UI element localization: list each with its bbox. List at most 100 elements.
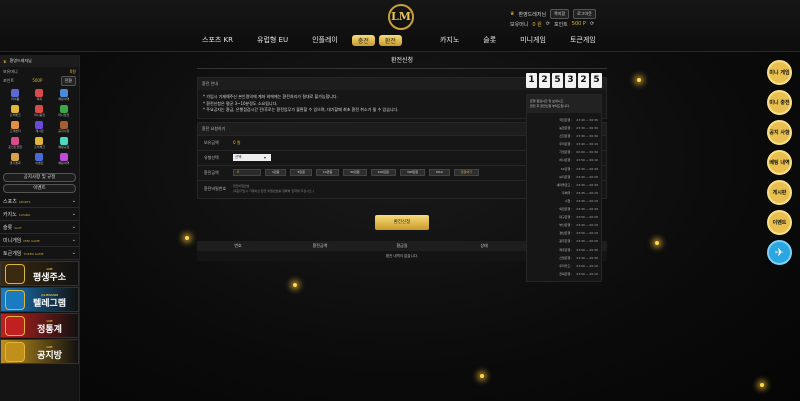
bank-time: 23:30 ~ 00:30 (576, 255, 598, 260)
nav-item[interactable]: 인플레이 (300, 35, 350, 45)
amount-input[interactable]: 0 (233, 169, 261, 176)
sidebar-banner[interactable]: LIM 정통계 (0, 313, 79, 338)
amount-chip-button[interactable]: 10만원 (315, 169, 340, 176)
nav-withdraw-button[interactable]: 환전 (378, 34, 402, 46)
convert-button[interactable]: 전환 (60, 75, 76, 86)
refresh-icon[interactable]: ⟳ (590, 21, 594, 27)
schedule-row: 우리은행 :23:40 ~ 00:10 (530, 140, 598, 148)
sidebar-menu-label: 쪽지 (36, 97, 43, 101)
menu-item-icon (35, 137, 44, 145)
sidebar-menu-item[interactable]: 게시판 (27, 121, 51, 135)
menu-item-icon (59, 153, 68, 161)
sidebar-category[interactable]: 토큰게임 TOKEN GAME ⌄ (0, 247, 79, 260)
telegram-button[interactable]: ✈ (767, 240, 792, 265)
category-sub: SPORTS (18, 199, 31, 204)
sidebar-menu-item[interactable]: 공지사항 (52, 121, 76, 135)
amount-chip-button[interactable]: 1만원 (265, 169, 287, 176)
sidebar-menu-item[interactable]: 경기결과 (3, 153, 27, 167)
sidebar-menu-item[interactable]: 머니환전 (52, 105, 76, 119)
sparkle (637, 78, 641, 82)
bank-time: 23:00 ~ 00:10 (576, 263, 598, 268)
amount-chip-button[interactable]: 5만원 (290, 169, 312, 176)
refresh-icon[interactable]: ⟳ (546, 21, 550, 27)
menu-item-icon (59, 89, 68, 97)
amount-chip-button[interactable]: 300만원 (399, 169, 426, 176)
floating-button[interactable]: 이벤트 (767, 210, 792, 235)
menu-item-icon (35, 153, 44, 161)
nav-item[interactable]: 미니게임 (508, 35, 558, 45)
bank-time: 23:30 ~ 00:10 (576, 198, 598, 203)
sidebar-menu-item[interactable]: 포인트전환 (3, 137, 27, 151)
sidebar-banner[interactable]: @LIM2200 텔레그램 (0, 287, 79, 312)
bank-time: 00:00 ~ 00:30 (576, 150, 598, 155)
amount-chip-button[interactable]: MAX (429, 169, 450, 176)
sidebar-menu-item[interactable]: 출석체크 (27, 137, 51, 151)
menu-item-icon (11, 105, 20, 113)
sidebar-menu-item[interactable]: 쪽지 (27, 89, 51, 103)
schedule-row: 전북은행 :23:50 ~ 00:10 (530, 270, 598, 278)
chevron-down-icon: ⌄ (71, 211, 76, 217)
sidebar-category[interactable]: 스포츠 SPORTS ⌄ (0, 195, 79, 208)
amount-chip-button[interactable]: 정정하기 (453, 169, 479, 176)
amount-chip-button[interactable]: 100만원 (370, 169, 396, 176)
notice-rules-button[interactable]: 공지사항 및 규정 (3, 173, 76, 182)
schedule-row: 하나은행 :23:50 ~ 00:10 (530, 156, 598, 164)
bank-time: 23:40 ~ 00:10 (576, 142, 598, 147)
floating-button[interactable]: 미니 게임 (767, 60, 792, 85)
chevron-down-icon: ▾ (264, 155, 267, 160)
bank-name: 광주은행 : (559, 239, 573, 244)
bank-name: 새마을금고 : (556, 182, 573, 187)
sidebar-menu-item[interactable]: 배팅내역 (52, 153, 76, 167)
nav-item[interactable]: 스포츠 KR (190, 35, 245, 45)
sidebar-menu-item[interactable]: 마이룸 (3, 89, 27, 103)
bank-time: 23:40 ~ 00:20 (576, 174, 598, 179)
sidebar-menu-item[interactable]: 배팅내역 (52, 89, 76, 103)
sidebar-menu-label: 경기결과 (9, 161, 21, 165)
nav-item[interactable]: 카지노 (428, 35, 471, 45)
floating-button[interactable]: 게시판 (767, 180, 792, 205)
banner-title: LIM 정통계 (25, 317, 74, 335)
sidebar-menu-item[interactable]: 머니충전 (27, 105, 51, 119)
category-label: 카지노 CASINO (3, 211, 31, 218)
sidebar-menu-item[interactable]: 이벤트 (27, 153, 51, 167)
bank-label: 유형선택 (204, 154, 219, 160)
sidebar-menu-grid: 마이룸 쪽지 배팅내역 출석체크 머니충전 머니환전 고객센터 게시판 공지사항 포인트전환 출석체… (0, 85, 79, 171)
sidebar-menu-label: 머니환전 (58, 113, 70, 117)
site-logo[interactable]: LM (388, 4, 414, 30)
nav-item[interactable]: 토큰게임 (558, 35, 608, 45)
sidebar-banner[interactable]: LIM 평생주소 (0, 261, 79, 286)
table-header-cell: 상태 (480, 242, 488, 248)
sidebar-menu-label: 배팅내역 (58, 161, 70, 165)
sidebar-menu-item[interactable]: 배팅규정 (52, 137, 76, 151)
message-button[interactable]: 쪽지함 (550, 9, 570, 19)
bank-name: 농협은행 : (559, 126, 573, 131)
sidebar-banners: LIM 평생주소 @LIM2200 텔레그램 LIM 정통계 LIM 공지방 (0, 261, 79, 364)
category-label: 스포츠 SPORTS (3, 198, 31, 205)
sidebar-menu-label: 머니충전 (33, 113, 46, 117)
nav-item[interactable]: 유럽형 EU (245, 35, 300, 45)
floating-button[interactable]: 베팅 내역 (767, 150, 792, 175)
sidebar-category[interactable]: 미니게임 MINI GAME ⌄ (0, 234, 79, 247)
sidebar-category[interactable]: 슬롯 SLOT ⌄ (0, 221, 79, 234)
withdraw-submit-button[interactable]: 환전신청 (375, 214, 429, 230)
amount-chip-button[interactable]: 50만원 (343, 169, 367, 176)
nav-item[interactable]: 슬롯 (471, 35, 508, 45)
sidebar-menu-item[interactable]: 고객센터 (3, 121, 27, 135)
bank-name: 하나은행 : (559, 158, 573, 163)
floating-button[interactable]: 공지 사항 (767, 120, 792, 145)
bank-name: 부산은행 : (559, 223, 573, 228)
sidebar-category[interactable]: 카지노 CASINO ⌄ (0, 208, 79, 221)
bank-schedule: 국민은행 :23:40 ~ 00:30 농협은행 :23:30 ~ 00:30 신한… (527, 113, 601, 281)
bank-time: 23:30 ~ 00:30 (576, 166, 598, 171)
bank-note: 환전 후 환전신청 부탁드립니다. (530, 104, 570, 108)
floating-button[interactable]: 미니 충전 (767, 90, 792, 115)
event-button[interactable]: 이벤트 (3, 184, 76, 193)
sidebar-menu-item[interactable]: 출석체크 (3, 105, 27, 119)
table-header-cell: 번호 (234, 242, 242, 248)
banner-icon (5, 263, 25, 284)
counter-digit: 5 (591, 73, 602, 88)
logout-button[interactable]: 로그아웃 (573, 9, 596, 19)
sidebar-banner[interactable]: LIM 공지방 (0, 339, 79, 364)
table-header-cell: 환금일 (396, 242, 408, 248)
nav-deposit-button[interactable]: 충전 (351, 34, 375, 46)
